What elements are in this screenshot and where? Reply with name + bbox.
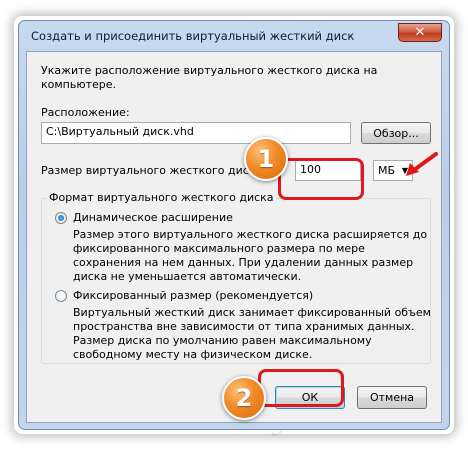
location-input[interactable]: C:\Виртуальный диск.vhd [41, 122, 351, 144]
dialog-window: Создать и присоединить виртуальный жестк… [18, 20, 450, 430]
fixed-description: Виртуальный жесткий диск занимает фиксир… [73, 306, 431, 319]
instruction-text: Укажите расположение виртуального жестко… [41, 64, 378, 77]
cancel-label: Отмена [369, 391, 415, 404]
fixed-label[interactable]: Фиксированный размер (рекомендуется) [73, 289, 313, 302]
browse-button[interactable]: Обзор... [361, 122, 431, 144]
close-button[interactable]: ✕ [398, 23, 442, 42]
ok-highlight-frame [258, 369, 344, 407]
step-badge-2: 2 [222, 376, 266, 420]
cancel-button[interactable]: Отмена [357, 386, 427, 409]
size-label: Размер виртуального жесткого диска: [41, 164, 266, 177]
unit-value: МБ [378, 164, 396, 177]
fixed-radio[interactable] [55, 290, 67, 302]
dynamic-radio[interactable] [55, 212, 67, 224]
dynamic-label[interactable]: Динамическое расширение [73, 211, 233, 224]
format-group-label: Формат виртуального жесткого диска [47, 191, 276, 204]
window-title: Создать и присоединить виртуальный жестк… [31, 29, 355, 43]
dynamic-description: фиксированного максимального размера по … [73, 242, 365, 255]
size-highlight-frame [278, 158, 364, 200]
title-bar[interactable]: Создать и присоединить виртуальный жестк… [19, 21, 449, 51]
dynamic-description: сохранения на нем данных. При удалении д… [73, 256, 414, 269]
fixed-description: Размер диска по умолчанию равен максимал… [73, 334, 372, 347]
dynamic-description: диска не уменьшается автоматически. [73, 270, 302, 283]
dynamic-description: Размер этого виртуального жесткого диска… [73, 228, 428, 241]
dialog-body: Укажите расположение виртуального жестко… [26, 51, 442, 423]
location-label: Расположение: [41, 106, 130, 119]
browse-label: Обзор... [373, 126, 419, 140]
step-badge-1: 1 [244, 137, 288, 181]
location-value: C:\Виртуальный диск.vhd [46, 125, 194, 138]
close-icon: ✕ [414, 25, 426, 40]
arrow-icon [406, 152, 438, 176]
fixed-description: пространства вне зависимости от типа хра… [73, 320, 415, 333]
instruction-text: компьютере. [41, 78, 117, 91]
fixed-description: свободному месту на физическом диске. [73, 348, 313, 361]
